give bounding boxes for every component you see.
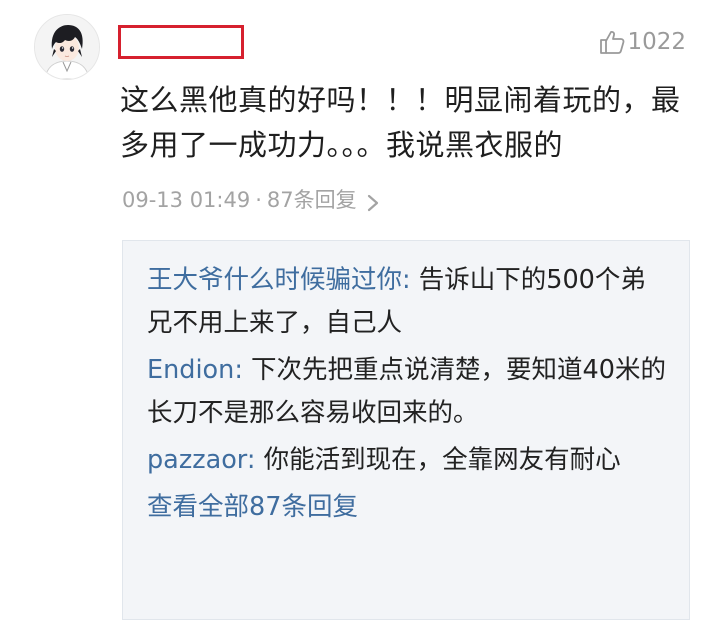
reply-author[interactable]: pazzaor: [147, 445, 247, 475]
comment-text: 这么黑他真的好吗！！！明显闹着玩的，最多用了一成功力。。。我说黑衣服的: [120, 83, 681, 162]
reply-item: Endion: 下次先把重点说清楚，要知道40米的长刀不是那么容易收回来的。: [147, 349, 671, 435]
like-count: 1022: [627, 29, 686, 55]
view-all-replies-link[interactable]: 查看全部87条回复: [147, 486, 671, 529]
thumbs-up-icon: [598, 28, 626, 56]
comment-meta[interactable]: 09-13 01:49 · 87条回复: [122, 186, 380, 214]
reply-item: 王大爷什么时候骗过你: 告诉山下的500个弟兄不用上来了，自己人: [147, 259, 671, 345]
avatar[interactable]: [34, 14, 100, 80]
reply-author-colon: :: [234, 355, 252, 385]
reply-author-colon: :: [246, 445, 264, 475]
reply-text: 你能活到现在，全靠网友有耐心: [263, 445, 621, 475]
comment-timestamp: 09-13 01:49: [122, 188, 251, 212]
reply-author[interactable]: Endion: [147, 355, 234, 385]
like-button[interactable]: 1022: [598, 28, 686, 56]
reply-author-colon: :: [402, 265, 419, 295]
username-redaction-box: [118, 25, 244, 59]
reply-item: pazzaor: 你能活到现在，全靠网友有耐心: [147, 439, 671, 482]
reply-count-link[interactable]: 87条回复: [267, 186, 357, 214]
meta-separator: ·: [255, 188, 262, 212]
reply-author[interactable]: 王大爷什么时候骗过你: [147, 265, 402, 295]
avatar-image: [35, 15, 99, 79]
chevron-right-icon: [366, 191, 380, 212]
replies-panel: 王大爷什么时候骗过你: 告诉山下的500个弟兄不用上来了，自己人 Endion:…: [122, 240, 690, 620]
